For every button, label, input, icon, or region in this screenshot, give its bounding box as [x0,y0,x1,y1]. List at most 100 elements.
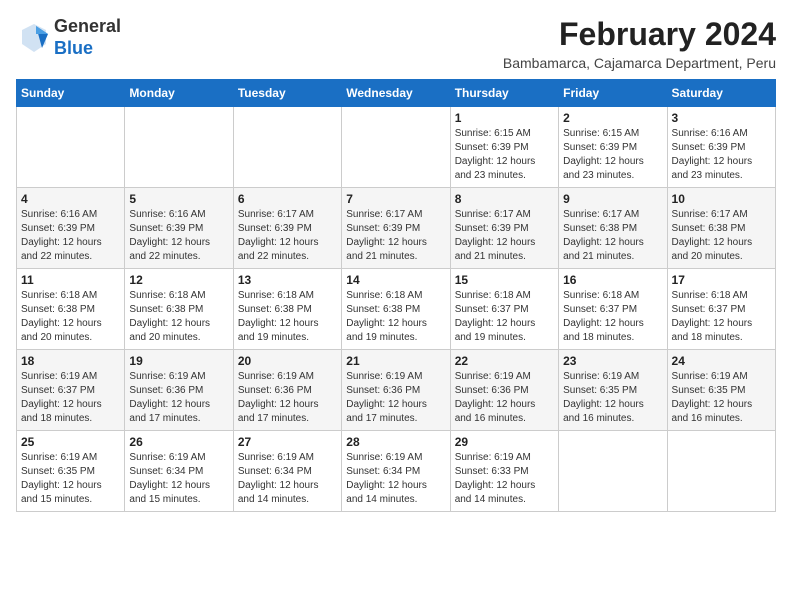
day-info: Sunrise: 6:18 AM Sunset: 6:38 PM Dayligh… [346,289,445,345]
day-number: 13 [238,273,337,287]
calendar-header-row: SundayMondayTuesdayWednesdayThursdayFrid… [17,80,776,107]
calendar-cell: 15Sunrise: 6:18 AM Sunset: 6:37 PM Dayli… [450,269,558,350]
calendar-cell [233,107,341,188]
day-info: Sunrise: 6:19 AM Sunset: 6:35 PM Dayligh… [672,370,771,426]
calendar-cell: 21 Sunrise: 6:19 AM Sunset: 6:36 PM Dayli… [342,350,450,431]
weekday-header: Wednesday [342,80,450,107]
day-info: Sunrise: 6:17 AM Sunset: 6:38 PM Dayligh… [563,208,662,264]
day-info: Sunrise: 6:17 AM Sunset: 6:39 PM Dayligh… [455,208,554,264]
day-info: Sunrise: 6:18 AM Sunset: 6:38 PM Dayligh… [238,289,337,345]
day-number: 7 [346,192,445,206]
day-info: Sunrise: 6:15 AM Sunset: 6:39 PM Dayligh… [455,127,554,183]
day-number: 8 [455,192,554,206]
month-title: February 2024 [503,16,776,53]
day-info: Sunrise: 6:19 AM Sunset: 6:34 PM Dayligh… [129,451,228,507]
weekday-header: Sunday [17,80,125,107]
calendar-cell: 12 Sunrise: 6:18 AM Sunset: 6:38 PM Dayli… [125,269,233,350]
calendar-cell: 28 Sunrise: 6:19 AM Sunset: 6:34 PM Dayli… [342,431,450,512]
weekday-header: Friday [559,80,667,107]
day-number: 10 [672,192,771,206]
day-info: Sunrise: 6:18 AM Sunset: 6:38 PM Dayligh… [21,289,120,345]
day-number: 17 [672,273,771,287]
logo-general-text: General [54,16,121,38]
day-info: Sunrise: 6:18 AM Sunset: 6:37 PM Dayligh… [672,289,771,345]
calendar-cell: 5 Sunrise: 6:16 AM Sunset: 6:39 PM Daylig… [125,188,233,269]
day-number: 27 [238,435,337,449]
day-number: 28 [346,435,445,449]
calendar-cell: 10 Sunrise: 6:17 AM Sunset: 6:38 PM Dayli… [667,188,775,269]
calendar-cell: 4Sunrise: 6:16 AM Sunset: 6:39 PM Daylig… [17,188,125,269]
day-info: Sunrise: 6:19 AM Sunset: 6:34 PM Dayligh… [238,451,337,507]
day-info: Sunrise: 6:15 AM Sunset: 6:39 PM Dayligh… [563,127,662,183]
calendar-cell [125,107,233,188]
day-number: 12 [129,273,228,287]
logo-icon [16,20,52,56]
day-number: 22 [455,354,554,368]
day-info: Sunrise: 6:18 AM Sunset: 6:38 PM Dayligh… [129,289,228,345]
weekday-header: Tuesday [233,80,341,107]
title-area: February 2024 Bambamarca, Cajamarca Depa… [503,16,776,71]
calendar-week-row: 25 Sunrise: 6:19 AM Sunset: 6:35 PM Dayli… [17,431,776,512]
day-number: 6 [238,192,337,206]
calendar-cell: 19 Sunrise: 6:19 AM Sunset: 6:36 PM Dayli… [125,350,233,431]
day-number: 1 [455,111,554,125]
calendar-cell: 2Sunrise: 6:15 AM Sunset: 6:39 PM Daylig… [559,107,667,188]
day-number: 18 [21,354,120,368]
calendar-cell: 1 Sunrise: 6:15 AM Sunset: 6:39 PM Daylig… [450,107,558,188]
calendar-cell [667,431,775,512]
day-number: 29 [455,435,554,449]
day-number: 24 [672,354,771,368]
day-info: Sunrise: 6:17 AM Sunset: 6:39 PM Dayligh… [238,208,337,264]
day-info: Sunrise: 6:19 AM Sunset: 6:36 PM Dayligh… [346,370,445,426]
weekday-header: Thursday [450,80,558,107]
day-info: Sunrise: 6:18 AM Sunset: 6:37 PM Dayligh… [563,289,662,345]
calendar-cell [559,431,667,512]
calendar-cell: 7 Sunrise: 6:17 AM Sunset: 6:39 PM Daylig… [342,188,450,269]
calendar-cell: 3Sunrise: 6:16 AM Sunset: 6:39 PM Daylig… [667,107,775,188]
day-info: Sunrise: 6:19 AM Sunset: 6:36 PM Dayligh… [455,370,554,426]
day-number: 23 [563,354,662,368]
day-number: 16 [563,273,662,287]
calendar-cell: 20Sunrise: 6:19 AM Sunset: 6:36 PM Dayli… [233,350,341,431]
calendar-week-row: 11 Sunrise: 6:18 AM Sunset: 6:38 PM Dayli… [17,269,776,350]
day-number: 11 [21,273,120,287]
day-number: 9 [563,192,662,206]
calendar-cell: 17 Sunrise: 6:18 AM Sunset: 6:37 PM Dayli… [667,269,775,350]
day-info: Sunrise: 6:19 AM Sunset: 6:36 PM Dayligh… [238,370,337,426]
page-header: General Blue February 2024 Bambamarca, C… [16,16,776,71]
day-number: 21 [346,354,445,368]
calendar-cell: 24 Sunrise: 6:19 AM Sunset: 6:35 PM Dayli… [667,350,775,431]
calendar-cell: 29 Sunrise: 6:19 AM Sunset: 6:33 PM Dayli… [450,431,558,512]
location-title: Bambamarca, Cajamarca Department, Peru [503,55,776,71]
calendar-cell: 14Sunrise: 6:18 AM Sunset: 6:38 PM Dayli… [342,269,450,350]
calendar-cell: 27 Sunrise: 6:19 AM Sunset: 6:34 PM Dayli… [233,431,341,512]
day-info: Sunrise: 6:19 AM Sunset: 6:35 PM Dayligh… [21,451,120,507]
day-info: Sunrise: 6:19 AM Sunset: 6:35 PM Dayligh… [563,370,662,426]
day-info: Sunrise: 6:19 AM Sunset: 6:36 PM Dayligh… [129,370,228,426]
day-info: Sunrise: 6:17 AM Sunset: 6:38 PM Dayligh… [672,208,771,264]
weekday-header: Monday [125,80,233,107]
day-info: Sunrise: 6:19 AM Sunset: 6:37 PM Dayligh… [21,370,120,426]
day-info: Sunrise: 6:18 AM Sunset: 6:37 PM Dayligh… [455,289,554,345]
logo-blue-text: Blue [54,38,121,60]
calendar-cell: 9 Sunrise: 6:17 AM Sunset: 6:38 PM Daylig… [559,188,667,269]
calendar-cell: 13 Sunrise: 6:18 AM Sunset: 6:38 PM Dayli… [233,269,341,350]
day-info: Sunrise: 6:19 AM Sunset: 6:33 PM Dayligh… [455,451,554,507]
day-info: Sunrise: 6:17 AM Sunset: 6:39 PM Dayligh… [346,208,445,264]
day-info: Sunrise: 6:19 AM Sunset: 6:34 PM Dayligh… [346,451,445,507]
calendar-cell: 11 Sunrise: 6:18 AM Sunset: 6:38 PM Dayli… [17,269,125,350]
calendar-cell [17,107,125,188]
weekday-header: Saturday [667,80,775,107]
day-number: 19 [129,354,228,368]
calendar-cell: 6 Sunrise: 6:17 AM Sunset: 6:39 PM Daylig… [233,188,341,269]
day-number: 3 [672,111,771,125]
calendar-week-row: 4 Sunrise: 6:16 AM Sunset: 6:39 PM Daylig… [17,188,776,269]
day-number: 5 [129,192,228,206]
day-info: Sunrise: 6:16 AM Sunset: 6:39 PM Dayligh… [129,208,228,264]
day-number: 25 [21,435,120,449]
calendar-cell: 23 Sunrise: 6:19 AM Sunset: 6:35 PM Dayli… [559,350,667,431]
logo: General Blue [16,16,121,59]
calendar-cell: 26Sunrise: 6:19 AM Sunset: 6:34 PM Dayli… [125,431,233,512]
day-number: 4 [21,192,120,206]
calendar-table: SundayMondayTuesdayWednesdayThursdayFrid… [16,79,776,512]
